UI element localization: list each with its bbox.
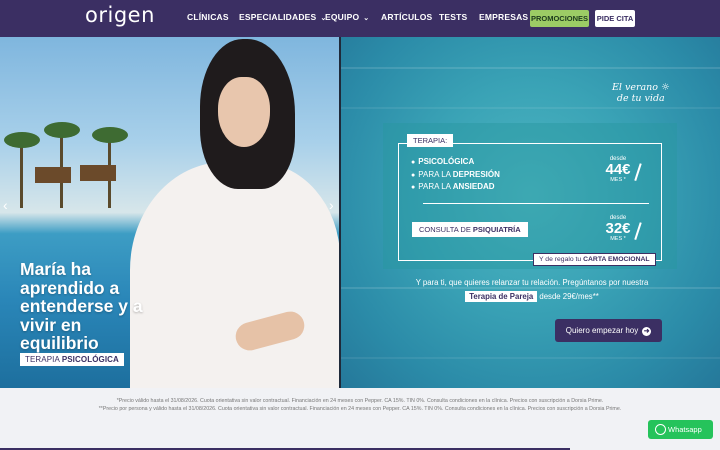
nav-item-especialidades[interactable]: ESPECIALIDADES ⌄ (239, 12, 327, 22)
therapy-list: ● PSICOLÓGICA ● PARA LA DEPRESIÓN ● PARA LA… (411, 156, 500, 194)
terapia-label: TERAPIA: (407, 134, 454, 147)
hero-tag-prefix: TERAPIA (25, 355, 62, 364)
cta-label: Quiero empezar hoy (565, 326, 639, 335)
carousel-next-icon[interactable]: › (329, 197, 334, 213)
therapy-prefix: PARA LA (418, 182, 453, 191)
slogan: El verano ☼ de tu vida (612, 82, 670, 104)
nav-item-tests[interactable]: TESTS (439, 12, 467, 22)
bullet-icon: ● (411, 184, 416, 191)
palm-tree (92, 127, 128, 143)
legal-note: *Precio válido hasta el 31/08/2026. Cuot… (116, 398, 604, 404)
whatsapp-label: Whatsapp (668, 425, 702, 434)
list-item: ● PARA LA DEPRESIÓN (411, 169, 500, 182)
palm-tree (4, 132, 40, 148)
top-navbar: origen CLÍNICAS ESPECIALIDADES ⌄ EQUIPO ⌄ … (0, 0, 720, 37)
list-item: ● PARA LA ANSIEDAD (411, 181, 500, 194)
nav-item-label: EMPRESAS (479, 12, 529, 22)
pareja-promo: Y para ti, que quieres relanzar tu relac… (387, 276, 677, 304)
psiquiatria-prefix: CONSULTA DE (419, 225, 473, 234)
nav-item-label: ARTÍCULOS (381, 12, 433, 22)
promociones-button[interactable]: PROMOCIONES (530, 10, 589, 27)
pide-cita-button[interactable]: PIDE CITA (595, 10, 635, 27)
gift-prefix: Y de regalo tu (539, 256, 584, 263)
list-item: ● PSICOLÓGICA (411, 156, 500, 169)
sun-icon: ☼ (661, 82, 670, 93)
beach-hut (35, 167, 71, 183)
woman-figure (130, 162, 339, 388)
gift-name: CARTA EMOCIONAL (583, 256, 650, 263)
nav-item-label: TESTS (439, 12, 468, 22)
nav-item-label: ESPECIALIDADES (239, 12, 317, 22)
hero-tag-bold: PSICOLÓGICA (61, 355, 119, 364)
nav-item-label: CLÍNICAS (187, 12, 229, 22)
hero-photo-panel: ‹ › María ha aprendido a entenderse y a … (0, 37, 339, 388)
sea-wave (341, 357, 720, 359)
nav-item-articulos[interactable]: ARTÍCULOS (381, 12, 432, 22)
price-terapia: desde 44€ MES * (603, 156, 633, 183)
price-psiquiatria: desde 32€ MES * (603, 215, 633, 242)
therapy-name: ANSIEDAD (452, 182, 495, 191)
carousel-prev-icon[interactable]: ‹ (3, 197, 8, 213)
pareja-text: Y para ti, que quieres relanzar tu relac… (415, 278, 649, 287)
gift-label: Y de regalo tu CARTA EMOCIONAL (533, 253, 656, 266)
price-amount: 44€ (605, 161, 631, 178)
psiquiatria-name: PSIQUIATRÍA (472, 225, 521, 234)
terapia-pareja-chip: Terapia de Pareja (465, 291, 538, 302)
woman-figure (218, 77, 270, 147)
offer-panel: El verano ☼ de tu vida TERAPIA: ● PSICOLÓ… (341, 37, 720, 388)
nav-item-label: EQUIPO (325, 12, 360, 22)
therapy-prefix: PARA LA (418, 169, 453, 179)
slogan-line: El verano (612, 82, 659, 93)
nav-item-clinicas[interactable]: CLÍNICAS (187, 12, 229, 22)
hero-headline: María ha aprendido a entenderse y a vivi… (20, 259, 143, 353)
hero-tag: TERAPIA PSICOLÓGICA (20, 353, 124, 366)
chevron-down-icon: ⌄ (363, 15, 370, 22)
palm-tree (20, 138, 23, 208)
arrow-right-icon: ➜ (642, 327, 652, 336)
offer-divider (423, 203, 649, 204)
legal-note: **Precio por persona y válido hasta el 3… (98, 406, 622, 412)
nav-item-equipo[interactable]: EQUIPO ⌄ (325, 12, 369, 22)
beach-hut (80, 165, 116, 181)
pareja-price: desde 29€/mes** (537, 292, 599, 301)
sea-wave (341, 67, 720, 69)
slogan-line: de tu vida (616, 93, 665, 104)
whatsapp-button[interactable]: Whatsapp (648, 420, 713, 439)
nav-item-empresas[interactable]: EMPRESAS (479, 12, 528, 22)
therapy-name: PSICOLÓGICA (418, 157, 475, 166)
price-amount: 32€ (605, 220, 631, 237)
origen-logo[interactable]: origen (85, 3, 155, 27)
sea-wave (341, 107, 720, 109)
legal-notes: *Precio válido hasta el 31/08/2026. Cuot… (70, 397, 650, 413)
whatsapp-icon (655, 424, 666, 435)
palm-tree (44, 122, 80, 138)
quiero-empezar-button[interactable]: Quiero empezar hoy ➜ (555, 319, 662, 342)
psiquiatria-label: CONSULTA DE PSIQUIATRÍA (412, 222, 528, 237)
bullet-icon: ● (411, 159, 416, 166)
therapy-name: DEPRESIÓN (452, 169, 500, 179)
bullet-icon: ● (411, 171, 416, 179)
